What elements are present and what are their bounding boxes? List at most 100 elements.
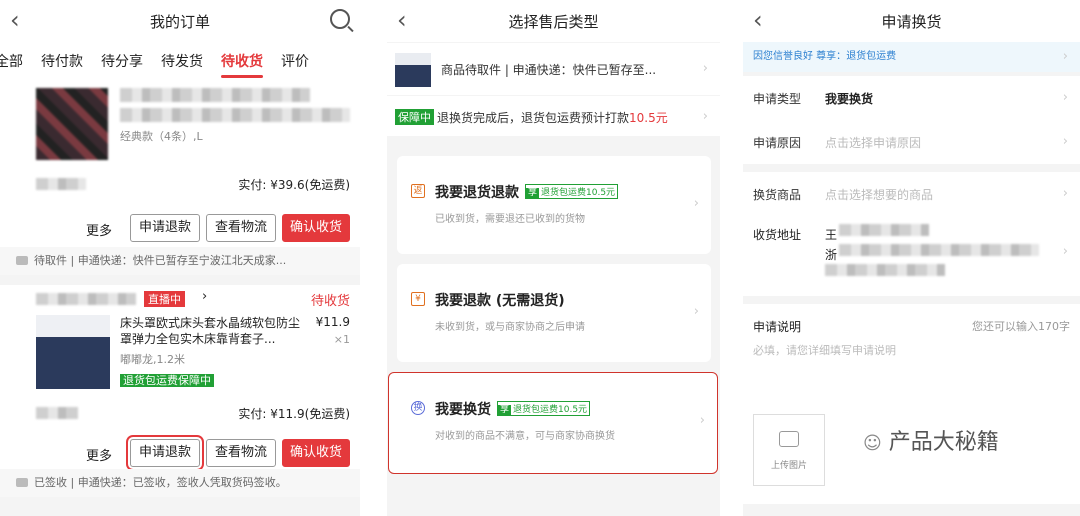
my-orders-screen: ‹ 我的订单 全部 待付款 待分享 待发货 待收货 评价 经典款（4条）,L 实… (0, 0, 360, 516)
search-icon[interactable] (330, 9, 350, 29)
product-title-blurred (120, 108, 350, 122)
type-value: 我要换货 (825, 92, 874, 106)
logistics-button[interactable]: 查看物流 (206, 214, 276, 242)
chevron-right-icon: › (1062, 186, 1068, 201)
reason-placeholder: 点击选择申请原因 (825, 136, 922, 150)
address-blurred (839, 244, 1039, 256)
tab-pending-share[interactable]: 待分享 (101, 51, 143, 71)
order-status: 待收货 (310, 294, 350, 309)
yuan-icon: ¥ (411, 292, 425, 306)
logistics-strip[interactable]: 待取件 | 申通快递：快件已暂存至宁波江北天成家... (0, 247, 360, 275)
shop-name-blurred (36, 293, 136, 305)
back-icon[interactable]: ‹ (753, 7, 763, 33)
shop-name-blurred (120, 88, 310, 102)
after-sale-type-screen: ‹ 选择售后类型 商品待取件 | 申通快递：快件已暂存至... › 保障中 退换… (387, 0, 720, 516)
option-desc: 对收到的商品不满意，可与商家协商换货 (435, 431, 615, 442)
option-desc: 已收到货，需要退还已收到的货物 (435, 214, 585, 225)
goods-placeholder: 点击选择想要的商品 (825, 188, 934, 202)
shipping-badge: 享退货包运费10.5元 (525, 184, 619, 199)
refund-button[interactable]: 申请退款 (130, 214, 200, 242)
apply-exchange-screen: ‹ 申请换货 因您信誉良好 尊享：退货包运费 › 申请类型 我要换货 › 申请原… (743, 0, 1080, 516)
back-icon[interactable]: ‹ (10, 7, 20, 33)
desc-label: 申请说明 (753, 320, 802, 334)
refund-button[interactable]: 申请退款 (126, 435, 204, 471)
address-blurred (825, 264, 945, 276)
wechat-icon: ☺ (863, 433, 882, 454)
address-name-partial: 王 (825, 228, 838, 242)
chevron-right-icon: › (1062, 90, 1068, 105)
paid-amount: 实付: ¥11.9(免运费) (238, 407, 350, 421)
option-return-refund[interactable]: 返 我要退货退款享退货包运费10.5元 已收到货，需要退还已收到的货物 › (397, 156, 711, 254)
header: ‹ 申请换货 (743, 0, 1080, 42)
variant-text: 嘟嘟龙,1.2米 (120, 353, 185, 366)
tab-pending-receipt[interactable]: 待收货 (221, 51, 263, 78)
order-card[interactable]: 直播中 › 待收货 床头罩欧式床头套水晶绒软包防尘罩弹力全包实木床靠背套子...… (0, 285, 360, 471)
shipping-badge: 享退货包运费10.5元 (497, 401, 591, 416)
product-thumbnail (36, 315, 110, 389)
pending-pickup-row[interactable]: 商品待取件 | 申通快递：快件已暂存至... › (387, 43, 720, 95)
thumb-blurred (36, 407, 78, 419)
guarantee-row[interactable]: 保障中 退换货完成后，退货包运费预计打款10.5元 › (387, 96, 720, 136)
reason-label: 申请原因 (753, 136, 802, 150)
option-title: 我要退款 (无需退货) (435, 293, 565, 309)
type-label: 申请类型 (753, 92, 802, 106)
confirm-receipt-button[interactable]: 确认收货 (282, 439, 350, 467)
chevron-right-icon: › (1062, 49, 1068, 64)
thumb-blurred (36, 178, 86, 190)
chevron-right-icon: › (1062, 134, 1068, 149)
tab-all[interactable]: 全部 (0, 51, 23, 71)
guarantee-tag: 保障中 (395, 109, 434, 125)
back-icon[interactable]: ‹ (397, 7, 407, 33)
chevron-right-icon[interactable]: › (202, 289, 207, 304)
guarantee-text: 退换货完成后，退货包运费预计打款10.5元 (437, 111, 668, 125)
desc-counter: 您还可以输入170字 (972, 320, 1070, 333)
return-icon: 返 (411, 184, 425, 198)
tab-review[interactable]: 评价 (281, 51, 309, 71)
live-badge: 直播中 (144, 291, 185, 307)
product-title[interactable]: 床头罩欧式床头套水晶绒软包防尘罩弹力全包实木床靠背套子... (120, 315, 306, 347)
exchange-icon: 换 (411, 401, 425, 415)
truck-icon (16, 256, 28, 265)
logistics-text: 已签收 | 申通快递：已签收，签收人凭取货码签收。 (34, 476, 287, 489)
option-title: 我要换货 (435, 402, 491, 418)
camera-icon (779, 431, 799, 447)
product-thumbnail (36, 88, 108, 160)
goods-row[interactable]: 换货商品 点击选择想要的商品 › (743, 172, 1080, 216)
watermark: ☺ 产品大秘籍 (863, 430, 999, 455)
goods-label: 换货商品 (753, 188, 802, 202)
guarantee-badge: 退货包运费保障中 (120, 369, 214, 388)
address-row[interactable]: 收货地址 王 浙 › (743, 216, 1080, 296)
more-link[interactable]: 更多 (86, 445, 112, 464)
truck-icon (16, 478, 28, 487)
description-section: 申请说明 您还可以输入170字 必填，请您详细填写申请说明 上传图片 ☺ 产品大… (743, 304, 1080, 504)
logistics-text: 待取件 | 申通快递：快件已暂存至宁波江北天成家... (34, 254, 287, 267)
order-card[interactable]: 经典款（4条）,L 实付: ¥39.6(免运费) 更多 申请退款 查看物流 确认… (0, 80, 360, 247)
option-title: 我要退货退款 (435, 185, 519, 201)
pending-text: 商品待取件 | 申通快递：快件已暂存至... (441, 63, 657, 77)
type-row[interactable]: 申请类型 我要换货 › (743, 76, 1080, 120)
reason-row[interactable]: 申请原因 点击选择申请原因 › (743, 120, 1080, 164)
upload-image-button[interactable]: 上传图片 (753, 414, 825, 486)
header: ‹ 我的订单 (0, 0, 360, 42)
order-tabs: 全部 待付款 待分享 待发货 待收货 评价 (0, 42, 360, 80)
logistics-button[interactable]: 查看物流 (206, 439, 276, 467)
page-title: 选择售后类型 (508, 12, 599, 31)
chevron-right-icon: › (702, 109, 708, 124)
page-title: 申请换货 (881, 12, 942, 31)
credit-notice: 因您信誉良好 尊享：退货包运费 › (743, 42, 1080, 72)
address-label: 收货地址 (753, 228, 802, 242)
option-desc: 未收到货，或与商家协商之后申请 (435, 322, 585, 333)
chevron-right-icon: › (699, 413, 705, 428)
confirm-receipt-button[interactable]: 确认收货 (282, 214, 350, 242)
address-line-partial: 浙 (825, 248, 838, 262)
option-refund-only[interactable]: ¥ 我要退款 (无需退货) 未收到货，或与商家协商之后申请 › (397, 264, 711, 362)
paid-amount: 实付: ¥39.6(免运费) (238, 178, 350, 192)
option-exchange[interactable]: 换 我要换货享退货包运费10.5元 对收到的商品不满意，可与商家协商换货 › (388, 372, 718, 474)
variant-text: 经典款（4条）,L (120, 130, 203, 143)
desc-input[interactable]: 必填，请您详细填写申请说明 (753, 342, 896, 358)
tab-pending-shipment[interactable]: 待发货 (161, 51, 203, 71)
logistics-strip[interactable]: 已签收 | 申通快递：已签收，签收人凭取货码签收。 (0, 469, 360, 497)
more-link[interactable]: 更多 (86, 220, 112, 239)
chevron-right-icon: › (702, 61, 708, 76)
tab-pending-payment[interactable]: 待付款 (41, 51, 83, 71)
